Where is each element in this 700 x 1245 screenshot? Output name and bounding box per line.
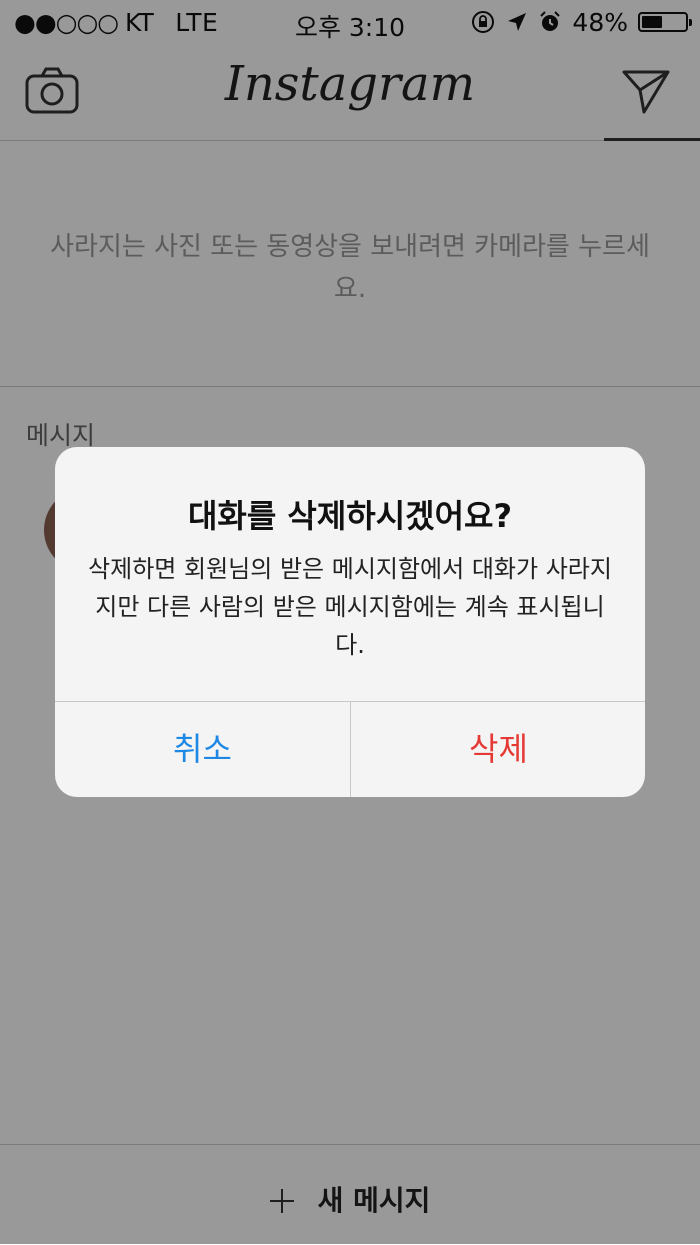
delete-conversation-alert: 대화를 삭제하시겠어요? 삭제하면 회원님의 받은 메시지함에서 대화가 사라지… xyxy=(55,447,645,797)
delete-button[interactable]: 삭제 xyxy=(351,702,645,797)
cancel-button[interactable]: 취소 xyxy=(55,702,350,797)
instagram-direct-screen: ●●○○○ KT LTE 오후 3:10 48% Instagram 사라지는 … xyxy=(0,0,700,1244)
alert-title: 대화를 삭제하시겠어요? xyxy=(187,497,513,535)
alert-message: 삭제하면 회원님의 받은 메시지함에서 대화가 사라지지만 다른 사람의 받은 … xyxy=(88,555,612,659)
